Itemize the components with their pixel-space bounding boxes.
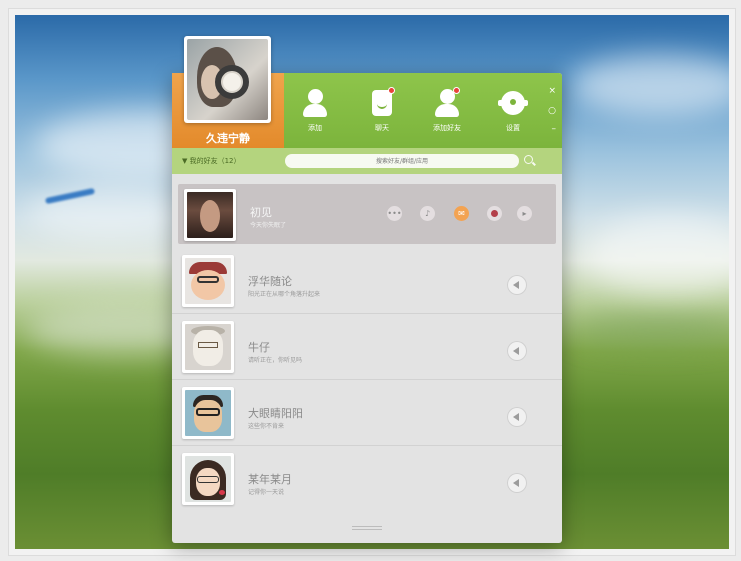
search-input[interactable] bbox=[285, 154, 519, 168]
notification-badge bbox=[453, 87, 460, 94]
contact-name: 某年某月 bbox=[248, 473, 292, 486]
chat-icon bbox=[367, 87, 397, 119]
profile-tab[interactable]: 久违宁静 bbox=[172, 36, 284, 148]
search-bar: ▼ 我的好友（12） bbox=[172, 148, 562, 174]
voice-play-icon[interactable] bbox=[507, 407, 527, 427]
more-icon[interactable]: ••• bbox=[387, 206, 402, 221]
contact-name: 初见 bbox=[250, 206, 272, 219]
play-icon[interactable]: ▸ bbox=[517, 206, 532, 221]
nav-label: 添加 bbox=[308, 124, 322, 132]
contact-list: 初见 今天你失眠了 ••• ♪ ✉ ▸ 浮华随论 阳光正在从哪个角落升起来 牛仔… bbox=[172, 174, 562, 512]
avatar[interactable] bbox=[182, 321, 234, 373]
nav-add[interactable]: 添加 bbox=[288, 89, 342, 133]
mail-icon[interactable]: ✉ bbox=[454, 206, 469, 221]
contact-name: 浮华随论 bbox=[248, 275, 292, 288]
nav-label: 添加好友 bbox=[433, 124, 461, 132]
record-icon[interactable] bbox=[487, 206, 502, 221]
profile-name: 久违宁静 bbox=[206, 132, 250, 145]
contact-row[interactable]: 某年某月 记得你一天说 bbox=[172, 446, 562, 512]
contact-row[interactable]: 大眼睛阳阳 这些你不肯来 bbox=[172, 380, 562, 446]
add-friend-icon bbox=[432, 87, 462, 119]
resize-handle[interactable] bbox=[352, 526, 382, 530]
nav-settings[interactable]: 设置 bbox=[486, 89, 540, 133]
group-toggle[interactable]: ▼ 我的好友（12） bbox=[182, 156, 241, 166]
minimize-icon[interactable]: – bbox=[552, 125, 557, 134]
profile-avatar[interactable] bbox=[184, 36, 271, 123]
contact-row[interactable]: 牛仔 请听正在，你听见吗 bbox=[172, 314, 562, 380]
avatar[interactable] bbox=[182, 387, 234, 439]
avatar[interactable] bbox=[182, 453, 234, 505]
restore-icon[interactable]: ○ bbox=[548, 107, 556, 116]
messenger-panel: 久违宁静 添加 聊天 添加好友 设置 × ○ – ▼ 我的好友（12） 初见 bbox=[172, 36, 562, 543]
avatar[interactable] bbox=[184, 189, 236, 241]
voice-play-icon[interactable] bbox=[507, 473, 527, 493]
nav-label: 聊天 bbox=[375, 124, 389, 132]
contact-row[interactable]: 初见 今天你失眠了 ••• ♪ ✉ ▸ bbox=[178, 184, 556, 244]
voice-play-icon[interactable] bbox=[507, 275, 527, 295]
gear-icon bbox=[498, 89, 528, 119]
notification-badge bbox=[388, 87, 395, 94]
header-bar: 久违宁静 添加 聊天 添加好友 设置 × ○ – bbox=[172, 36, 562, 148]
nav-chat[interactable]: 聊天 bbox=[355, 87, 409, 133]
search-icon[interactable] bbox=[524, 155, 533, 164]
contact-status: 请听正在，你听见吗 bbox=[248, 357, 303, 364]
contact-row[interactable]: 浮华随论 阳光正在从哪个角落升起来 bbox=[172, 248, 562, 314]
nav-label: 设置 bbox=[506, 124, 520, 132]
close-icon[interactable]: × bbox=[548, 87, 556, 96]
avatar[interactable] bbox=[182, 255, 234, 307]
voice-play-icon[interactable] bbox=[507, 341, 527, 361]
contact-name: 牛仔 bbox=[248, 341, 270, 354]
contact-status: 今天你失眠了 bbox=[250, 222, 287, 229]
contact-status: 这些你不肯来 bbox=[248, 423, 285, 430]
contact-status: 记得你一天说 bbox=[248, 489, 285, 496]
music-icon[interactable]: ♪ bbox=[420, 206, 435, 221]
contact-name: 大眼睛阳阳 bbox=[248, 407, 303, 420]
contact-status: 阳光正在从哪个角落升起来 bbox=[248, 291, 321, 298]
nav-add-friend[interactable]: 添加好友 bbox=[420, 87, 474, 133]
person-icon bbox=[300, 89, 330, 119]
